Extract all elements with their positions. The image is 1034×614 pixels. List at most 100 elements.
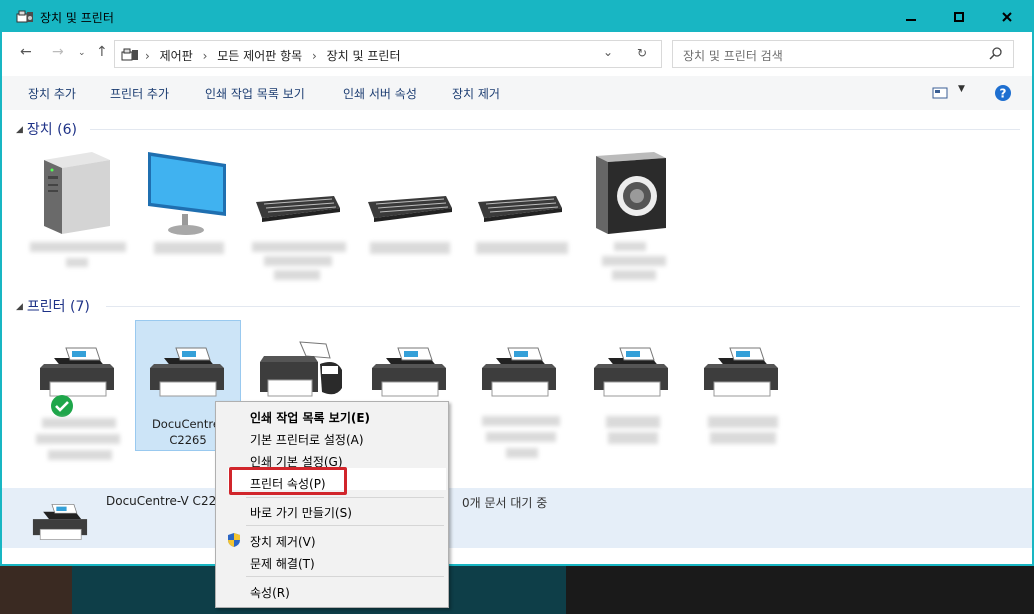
device-label-redacted	[614, 242, 646, 251]
printer-label-redacted	[506, 448, 538, 458]
see-print-queue-button[interactable]: 인쇄 작업 목록 보기	[205, 85, 305, 102]
printer-label-redacted	[482, 416, 560, 426]
menu-separator	[246, 576, 444, 577]
breadcrumb-separator-icon: ›	[145, 49, 150, 63]
printer-icon[interactable]	[146, 346, 228, 398]
content-area: ◢ 장치 (6) ◢ 프린터 (7) DocuCentre- C2265	[2, 110, 1032, 490]
help-icon[interactable]: ?	[994, 84, 1012, 102]
address-bar[interactable]: › 제어판 › 모든 제어판 항목 › 장치 및 프린터 ⌄ ↻	[114, 40, 662, 68]
printer-label-redacted	[486, 432, 556, 442]
remove-device-button[interactable]: 장치 제거	[452, 85, 500, 102]
device-label-redacted	[30, 242, 126, 252]
details-printer-icon	[32, 504, 88, 540]
context-menu: 인쇄 작업 목록 보기(E) 기본 프린터로 설정(A) 인쇄 기본 설정(G)…	[215, 401, 449, 608]
monitor-icon[interactable]	[146, 150, 228, 236]
device-label-redacted	[602, 256, 666, 266]
breadcrumb-separator-icon: ›	[202, 49, 208, 63]
search-input[interactable]: 장치 및 프린터 검색	[672, 40, 1014, 68]
svg-text:?: ?	[1000, 87, 1007, 101]
collapse-triangle-icon: ◢	[16, 125, 23, 135]
breadcrumb: › 제어판 › 모든 제어판 항목 › 장치 및 프린터	[145, 47, 407, 64]
printer-icon[interactable]	[590, 346, 672, 398]
device-label-redacted	[264, 256, 332, 266]
breadcrumb-separator-icon: ›	[311, 49, 317, 63]
device-label-redacted	[154, 242, 224, 254]
keyboard-icon[interactable]	[476, 194, 564, 224]
printer-icon[interactable]	[36, 346, 118, 398]
fax-icon[interactable]	[256, 340, 344, 402]
title-bar: 장치 및 프린터	[2, 2, 1032, 32]
breadcrumb-control-panel[interactable]: 제어판	[160, 49, 193, 63]
breadcrumb-devices-printers[interactable]: 장치 및 프린터	[327, 49, 401, 63]
printer-label-redacted	[710, 432, 776, 444]
device-label-redacted	[66, 258, 88, 267]
devices-printers-window: 장치 및 프린터 ← → ⌄ ↑ › 제어판 › 모든 제어판 항목 › 장치 …	[0, 0, 1034, 566]
close-button[interactable]	[982, 2, 1032, 32]
add-device-button[interactable]: 장치 추가	[28, 85, 76, 102]
command-bar: 장치 추가 프린터 추가 인쇄 작업 목록 보기 인쇄 서버 속성 장치 제거 …	[2, 76, 1032, 110]
breadcrumb-all-items[interactable]: 모든 제어판 항목	[217, 49, 302, 63]
highlight-annotation-box	[229, 467, 347, 495]
device-label-redacted	[476, 242, 568, 254]
menu-item-set-default-printer[interactable]: 기본 프린터로 설정(A)	[250, 431, 364, 448]
control-panel-icon	[121, 48, 138, 61]
maximize-icon	[954, 12, 964, 22]
uac-shield-icon	[228, 533, 240, 547]
search-icon	[989, 47, 1002, 60]
address-dropdown-chevron-icon[interactable]: ⌄	[603, 45, 613, 59]
printer-icon[interactable]	[478, 346, 560, 398]
keyboard-icon[interactable]	[366, 194, 454, 224]
printer-label-redacted	[48, 450, 112, 460]
speaker-icon[interactable]	[594, 150, 668, 236]
printer-label-redacted	[36, 434, 120, 444]
printer-label-redacted	[606, 416, 660, 428]
menu-item-properties[interactable]: 속성(R)	[250, 584, 290, 601]
devices-group-label: 장치	[26, 122, 53, 138]
keyboard-icon[interactable]	[254, 194, 342, 224]
maximize-button[interactable]	[936, 2, 982, 32]
devices-group-count: (6)	[57, 122, 77, 138]
details-device-name: DocuCentre-V C22	[106, 494, 217, 508]
group-divider	[90, 129, 1020, 130]
close-icon	[1002, 12, 1012, 22]
search-placeholder: 장치 및 프린터 검색	[683, 49, 783, 63]
devices-printers-icon	[16, 10, 33, 23]
device-label-redacted	[252, 242, 346, 252]
menu-item-see-print-queue[interactable]: 인쇄 작업 목록 보기(E)	[250, 409, 370, 426]
window-title: 장치 및 프린터	[40, 11, 114, 25]
printers-group-label: 프린터	[26, 299, 66, 315]
menu-item-create-shortcut[interactable]: 바로 가기 만들기(S)	[250, 504, 352, 521]
view-dropdown-chevron-icon[interactable]: ▼	[958, 84, 965, 94]
minimize-icon	[906, 19, 916, 21]
menu-item-troubleshoot[interactable]: 문제 해결(T)	[250, 555, 315, 572]
details-queue-status: 0개 문서 대기 중	[462, 496, 548, 510]
navigation-bar: ← → ⌄ ↑ › 제어판 › 모든 제어판 항목 › 장치 및 프린터 ⌄ ↻…	[2, 32, 1032, 76]
back-arrow-icon[interactable]: ←	[20, 44, 32, 60]
add-printer-button[interactable]: 프린터 추가	[110, 85, 169, 102]
view-options-icon[interactable]	[932, 87, 948, 99]
recent-locations-chevron-icon[interactable]: ⌄	[78, 48, 86, 58]
printers-group-count: (7)	[70, 299, 90, 315]
device-label-redacted	[370, 242, 450, 254]
printer-icon[interactable]	[700, 346, 782, 398]
printer-label-redacted	[42, 418, 116, 428]
menu-separator	[246, 525, 444, 526]
details-pane: DocuCentre-V C22 0개 문서 대기 중	[2, 488, 1032, 548]
up-arrow-icon[interactable]: ↑	[96, 44, 108, 60]
printer-label-redacted	[608, 432, 658, 444]
minimize-button[interactable]	[888, 2, 934, 32]
printer-icon[interactable]	[368, 346, 450, 398]
menu-separator	[246, 497, 444, 498]
printers-group-header[interactable]: ◢ 프린터 (7)	[16, 296, 90, 316]
default-printer-check-icon	[51, 395, 73, 417]
menu-item-remove-device[interactable]: 장치 제거(V)	[250, 533, 316, 550]
collapse-triangle-icon: ◢	[16, 302, 23, 312]
taskbar-fragment	[0, 566, 72, 614]
print-server-properties-button[interactable]: 인쇄 서버 속성	[343, 85, 417, 102]
refresh-icon[interactable]: ↻	[637, 46, 647, 60]
devices-group-header[interactable]: ◢ 장치 (6)	[16, 119, 77, 139]
forward-arrow-icon[interactable]: →	[52, 44, 64, 60]
printer-label-redacted	[708, 416, 778, 428]
device-label-redacted	[612, 270, 656, 280]
computer-tower-icon[interactable]	[42, 150, 112, 234]
